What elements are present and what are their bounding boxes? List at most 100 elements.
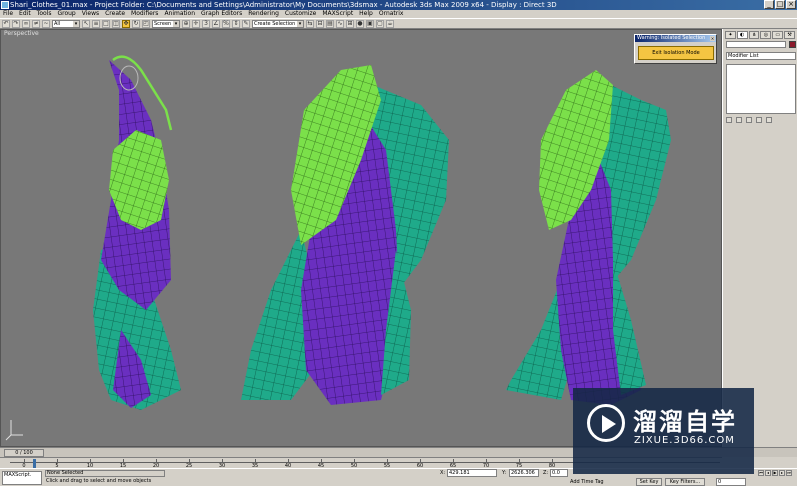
x-coordinate-field[interactable]: 429.181 <box>447 469 497 477</box>
cloth-models-render <box>5 55 671 441</box>
window-controls: _ □ × <box>764 0 796 9</box>
menu-create[interactable]: Create <box>105 10 125 18</box>
object-color-swatch[interactable] <box>789 41 796 48</box>
menu-tools[interactable]: Tools <box>37 10 52 18</box>
modifier-stack[interactable] <box>726 64 796 114</box>
motion-tab-icon[interactable]: ◎ <box>760 31 772 39</box>
cloth-model-center <box>241 65 449 405</box>
viewport-label[interactable]: Perspective <box>4 30 39 37</box>
rect-selection-icon[interactable]: □ <box>102 19 110 28</box>
menu-animation[interactable]: Animation <box>164 10 195 18</box>
curve-editor-icon[interactable]: ∿ <box>336 19 344 28</box>
modifier-list-dropdown[interactable]: Modifier List <box>726 52 796 60</box>
menu-views[interactable]: Views <box>82 10 99 18</box>
reference-coord-select[interactable]: Screen <box>152 19 180 28</box>
menu-edit[interactable]: Edit <box>19 10 31 18</box>
selection-filter-select[interactable]: All <box>52 19 80 28</box>
close-button[interactable]: × <box>786 0 796 9</box>
menu-rendering[interactable]: Rendering <box>248 10 279 18</box>
pivot-center-icon[interactable]: ⊕ <box>182 19 190 28</box>
select-by-name-icon[interactable]: ≡ <box>92 19 100 28</box>
configure-modifier-sets-icon[interactable] <box>766 117 772 123</box>
mirror-icon[interactable]: ⇆ <box>306 19 314 28</box>
select-scale-icon[interactable]: ◰ <box>142 19 150 28</box>
menu-file[interactable]: File <box>3 10 13 18</box>
remove-modifier-icon[interactable] <box>756 117 762 123</box>
current-frame-field[interactable]: 0 <box>716 478 746 486</box>
main-toolbar: ↶ ↷ ∞ ≠ ~ All ↖ ≡ □ ◫ ✥ ↻ ◰ Screen ⊕ ✛ 3… <box>0 18 797 29</box>
maxscript-listener[interactable]: MAXScript. <box>2 471 42 485</box>
command-panel: ✦ ◐ ⋔ ◎ ▭ ⚒ Modifier List <box>722 29 797 447</box>
next-frame-icon[interactable]: ▸ <box>779 470 785 476</box>
menu-group[interactable]: Group <box>57 10 75 18</box>
percent-snap-icon[interactable]: % <box>222 19 230 28</box>
schematic-view-icon[interactable]: ⊞ <box>346 19 354 28</box>
quick-render-icon[interactable]: ☕ <box>386 19 394 28</box>
stack-buttons <box>726 117 772 123</box>
isolated-selection-title: Warning: Isolated Selection × <box>635 35 716 42</box>
add-time-tag[interactable]: Add Time Tag <box>570 478 610 486</box>
previous-frame-icon[interactable]: ◂ <box>765 470 771 476</box>
y-coordinate-field[interactable]: 2626.306 <box>509 469 539 477</box>
title-bar: Shari_Clothes_01.max - Project Folder: C… <box>0 0 797 10</box>
play-logo-icon <box>587 404 625 442</box>
object-name-field[interactable] <box>726 41 786 48</box>
minimize-button[interactable]: _ <box>764 0 774 9</box>
app-icon <box>1 1 9 9</box>
redo-icon[interactable]: ↷ <box>12 19 20 28</box>
menu-customize[interactable]: Customize <box>285 10 317 18</box>
command-panel-tabs: ✦ ◐ ⋔ ◎ ▭ ⚒ <box>723 29 797 41</box>
rendered-frame-icon[interactable]: ▢ <box>376 19 384 28</box>
material-editor-icon[interactable]: ● <box>356 19 364 28</box>
select-move-icon[interactable]: ✥ <box>122 19 130 28</box>
angle-snap-icon[interactable]: ∠ <box>212 19 220 28</box>
playback-controls: ⏮ ◂ ▶ ▸ ⏭ <box>758 470 792 476</box>
utilities-tab-icon[interactable]: ⚒ <box>784 31 795 39</box>
menu-modifiers[interactable]: Modifiers <box>131 10 158 18</box>
maximize-button[interactable]: □ <box>775 0 785 9</box>
x-label: X: <box>440 470 446 476</box>
key-filters-button[interactable]: Key Filters... <box>665 478 705 486</box>
pin-stack-icon[interactable] <box>726 117 732 123</box>
select-rotate-icon[interactable]: ↻ <box>132 19 140 28</box>
undo-icon[interactable]: ↶ <box>2 19 10 28</box>
edit-named-selection-icon[interactable]: ✎ <box>242 19 250 28</box>
menu-maxscript[interactable]: MAXScript <box>322 10 353 18</box>
menu-graph-editors[interactable]: Graph Editors <box>201 10 242 18</box>
z-label: Z: <box>543 470 549 476</box>
perspective-viewport[interactable]: Perspective Warning: Isolated Selection … <box>0 29 722 447</box>
hierarchy-tab-icon[interactable]: ⋔ <box>748 31 760 39</box>
align-icon[interactable]: ⊟ <box>316 19 324 28</box>
named-selection-set-field[interactable]: Create Selection Set <box>252 19 304 28</box>
unlink-icon[interactable]: ≠ <box>32 19 40 28</box>
manipulate-icon[interactable]: ✛ <box>192 19 200 28</box>
z-coordinate-field[interactable]: 0.0 <box>550 469 568 477</box>
show-end-result-icon[interactable] <box>736 117 742 123</box>
menu-bar: File Edit Tools Group Views Create Modif… <box>0 10 797 18</box>
play-icon[interactable]: ▶ <box>772 470 778 476</box>
cloth-model-left <box>93 55 181 410</box>
go-to-end-icon[interactable]: ⏭ <box>786 470 792 476</box>
set-key-button[interactable]: Set Key <box>636 478 662 486</box>
link-icon[interactable]: ∞ <box>22 19 30 28</box>
spinner-snap-icon[interactable]: ⇕ <box>232 19 240 28</box>
exit-isolation-button[interactable]: Exit Isolation Mode <box>638 46 714 60</box>
menu-help[interactable]: Help <box>359 10 373 18</box>
modify-tab-icon[interactable]: ◐ <box>736 31 748 39</box>
close-icon[interactable]: × <box>710 36 715 41</box>
playhead[interactable] <box>33 459 36 468</box>
layer-manager-icon[interactable]: ▤ <box>326 19 334 28</box>
select-object-icon[interactable]: ↖ <box>82 19 90 28</box>
bind-spacewarp-icon[interactable]: ~ <box>42 19 50 28</box>
window-crossing-icon[interactable]: ◫ <box>112 19 120 28</box>
menu-ornatrix[interactable]: Ornatrix <box>379 10 404 18</box>
selection-status: None Selected <box>45 470 165 477</box>
go-to-start-icon[interactable]: ⏮ <box>758 470 764 476</box>
time-slider[interactable]: 0 / 100 <box>4 449 44 457</box>
render-setup-icon[interactable]: ▣ <box>366 19 374 28</box>
watermark-url: ZIXUE.3D66.COM <box>634 435 735 446</box>
snap-toggle-icon[interactable]: 3 <box>202 19 210 28</box>
create-tab-icon[interactable]: ✦ <box>725 31 736 39</box>
display-tab-icon[interactable]: ▭ <box>772 31 784 39</box>
make-unique-icon[interactable] <box>746 117 752 123</box>
